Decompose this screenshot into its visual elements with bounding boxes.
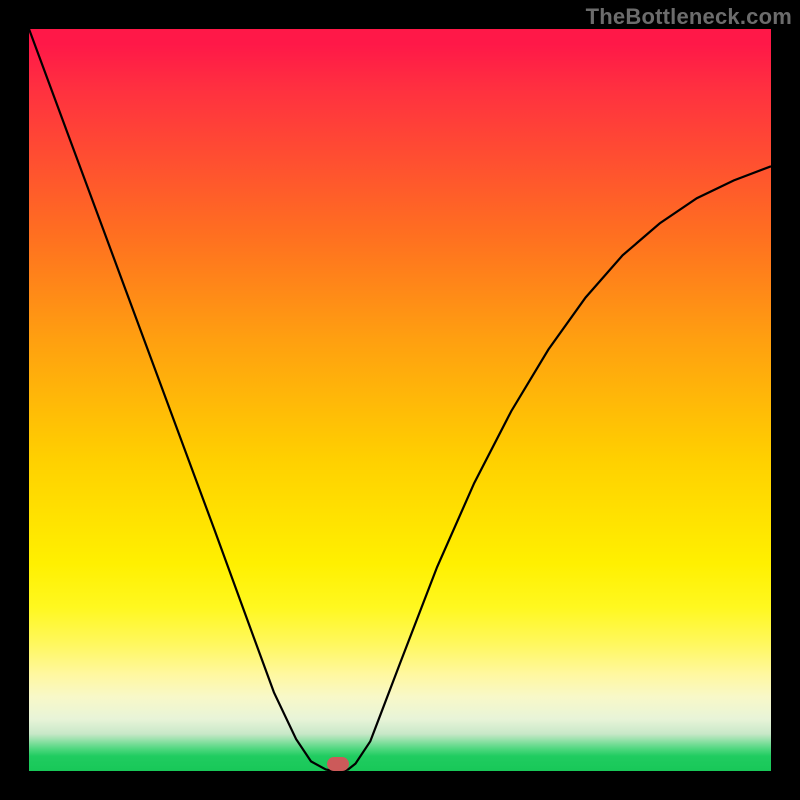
- chart-container: TheBottleneck.com: [0, 0, 800, 800]
- plot-area: [29, 29, 771, 771]
- watermark-text: TheBottleneck.com: [586, 4, 792, 30]
- optimal-marker: [327, 757, 349, 771]
